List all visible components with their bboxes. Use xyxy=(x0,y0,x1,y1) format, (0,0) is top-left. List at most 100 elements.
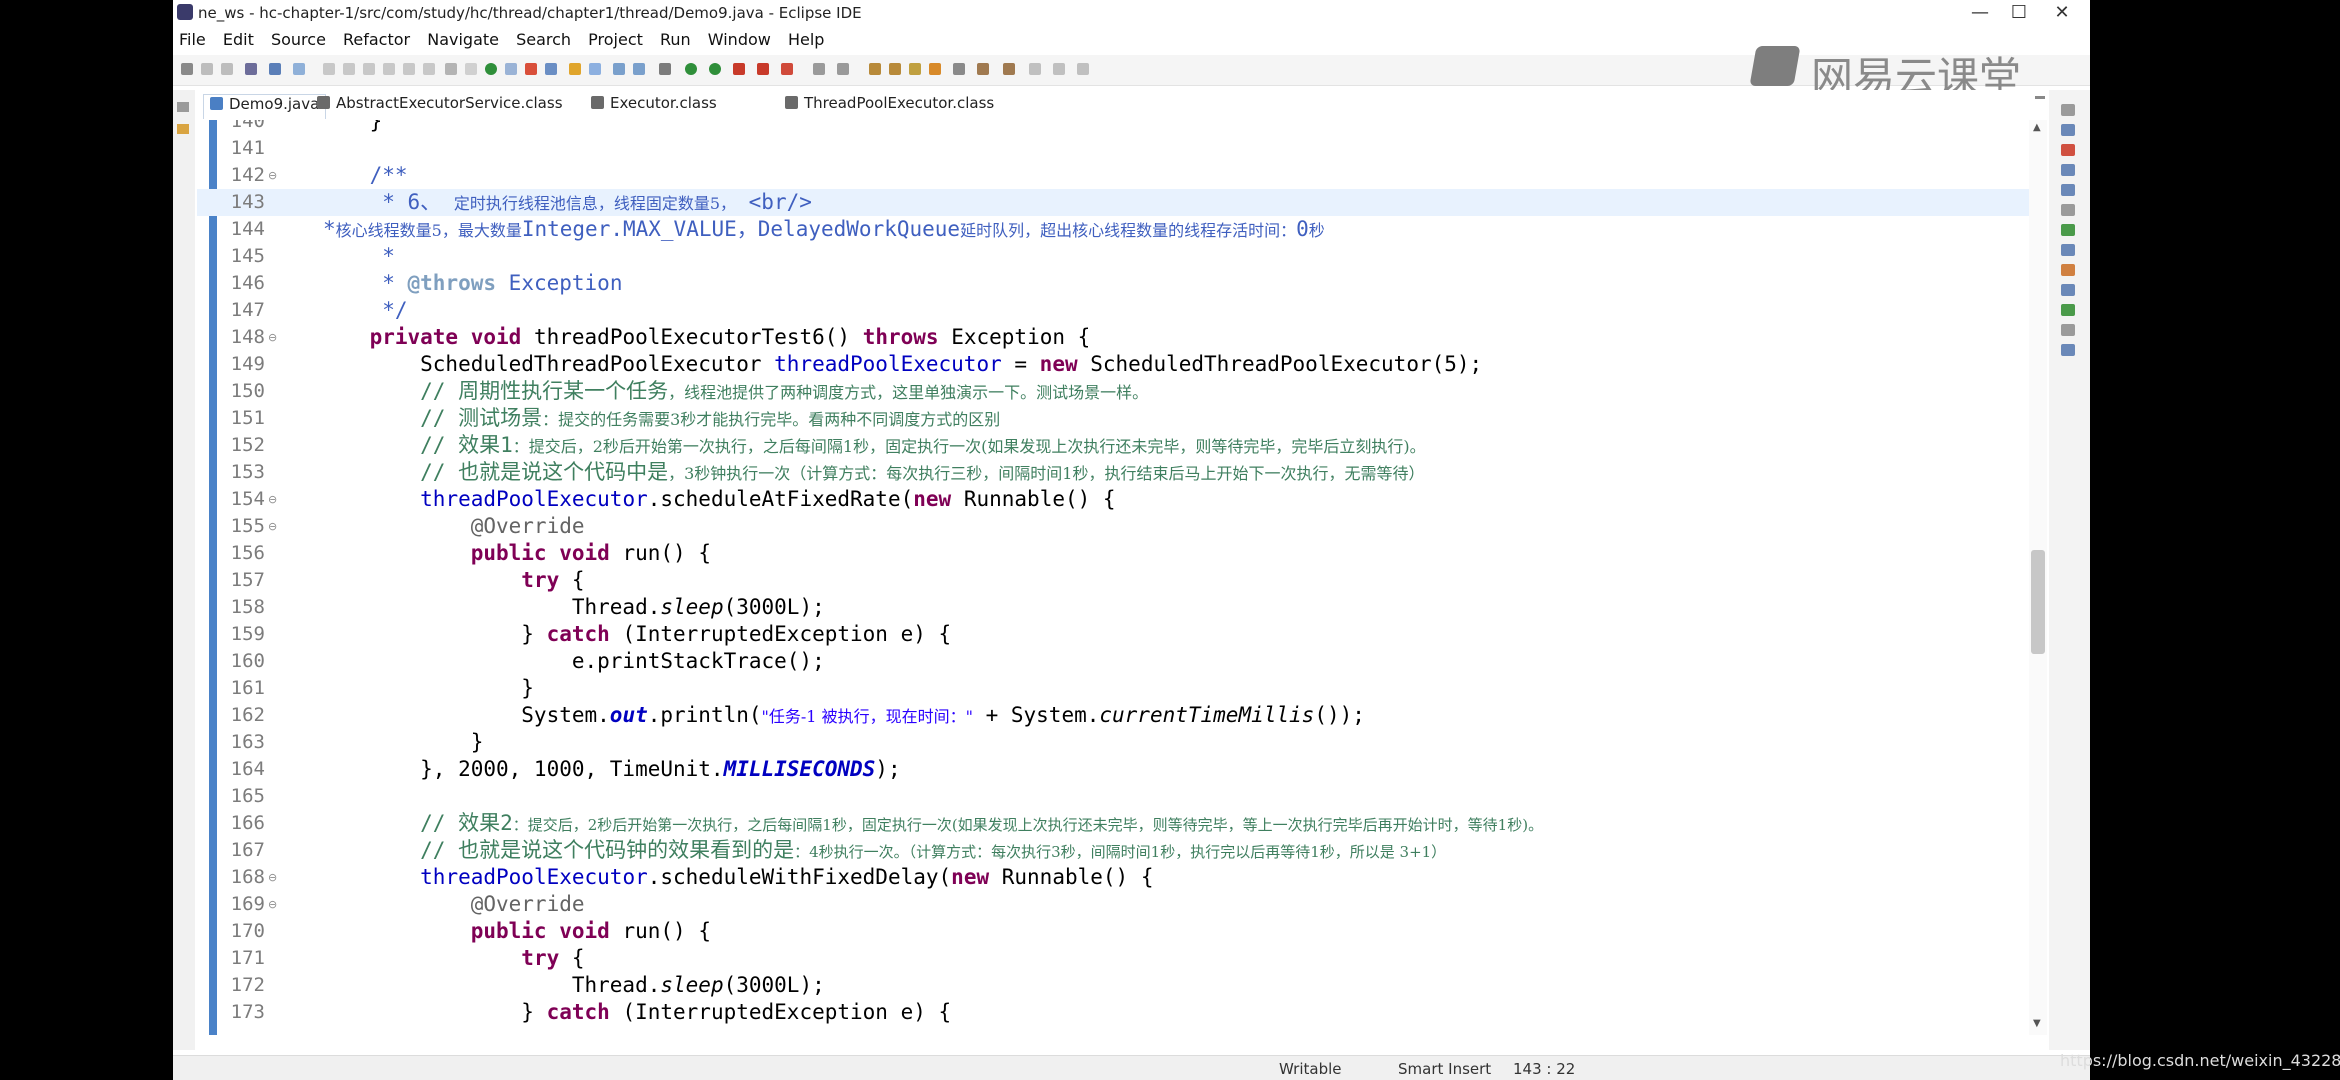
scroll-up-icon[interactable]: ▲ xyxy=(2033,122,2041,133)
save-all-icon[interactable] xyxy=(221,63,233,75)
fold-icon[interactable]: ⊖ xyxy=(268,162,278,189)
java-code-editor[interactable]: 140 } 141 142 ⊖ /** 143 * 6、 定时执行线程池信息，线程… xyxy=(197,120,2029,1035)
menu-help[interactable]: Help xyxy=(782,26,830,49)
line-number: 141 xyxy=(230,137,265,159)
tasks-icon[interactable] xyxy=(2061,344,2075,356)
menu-refactor[interactable]: Refactor xyxy=(337,26,416,49)
tab-abstractexecutorservice-class[interactable]: AbstractExecutorService.class xyxy=(317,94,563,118)
line-number: 165 xyxy=(230,785,265,807)
show-whitespace-icon[interactable] xyxy=(589,63,601,75)
run-icon[interactable] xyxy=(709,63,721,75)
debug-dropdown-icon[interactable] xyxy=(685,63,697,75)
restore-icon[interactable] xyxy=(177,102,189,112)
profile-icon[interactable] xyxy=(781,63,793,75)
menu-search[interactable]: Search xyxy=(510,26,577,49)
line-number: 169 xyxy=(230,893,265,915)
package-explorer-icon[interactable] xyxy=(177,124,189,134)
fold-icon[interactable]: ⊖ xyxy=(268,513,278,540)
prev-annotation-icon[interactable] xyxy=(633,63,645,75)
class-file-icon xyxy=(785,96,798,109)
restore-icon[interactable] xyxy=(2061,104,2075,116)
menu-navigate[interactable]: Navigate xyxy=(421,26,505,49)
fold-icon[interactable]: ⊖ xyxy=(268,486,278,513)
outline-icon[interactable] xyxy=(2061,124,2075,136)
suspend-icon[interactable] xyxy=(343,63,355,75)
external-tools-icon[interactable] xyxy=(733,63,745,75)
eclipse-window: ne_ws - hc-chapter-1/src/com/study/hc/th… xyxy=(173,0,2090,1080)
problems-icon[interactable] xyxy=(2061,144,2075,156)
tab-demo9-java[interactable]: Demo9.java xyxy=(203,94,327,119)
new-interface-icon[interactable] xyxy=(889,63,901,75)
new-icon[interactable] xyxy=(181,63,193,75)
class-file-icon xyxy=(317,96,330,109)
new-package-icon[interactable] xyxy=(837,63,849,75)
drop-to-frame-icon[interactable] xyxy=(465,63,477,75)
menu-file[interactable]: File xyxy=(173,26,212,49)
pin-icon[interactable] xyxy=(659,63,671,75)
line-number: 143 xyxy=(230,191,265,213)
save-icon[interactable] xyxy=(201,63,213,75)
menu-edit[interactable]: Edit xyxy=(217,26,260,49)
left-trim-bar xyxy=(173,90,195,1050)
step-return-icon[interactable] xyxy=(445,63,457,75)
tab-label: AbstractExecutorService.class xyxy=(336,94,563,112)
debug-view-icon[interactable] xyxy=(2061,264,2075,276)
scrollbar-thumb[interactable] xyxy=(2031,550,2045,654)
menu-window[interactable]: Window xyxy=(702,26,777,49)
terminate-icon[interactable] xyxy=(363,63,375,75)
new-enum-icon[interactable] xyxy=(909,63,921,75)
menu-source[interactable]: Source xyxy=(265,26,332,49)
navigate-forward-icon[interactable] xyxy=(1003,63,1015,75)
breakpoints-icon[interactable] xyxy=(2061,304,2075,316)
forward-icon[interactable] xyxy=(1077,63,1089,75)
console-icon[interactable] xyxy=(2061,204,2075,216)
new-annotation-icon[interactable] xyxy=(929,63,941,75)
open-task-icon[interactable] xyxy=(525,63,537,75)
disconnect-icon[interactable] xyxy=(383,63,395,75)
editor-vertical-scrollbar[interactable]: ▲ ▼ xyxy=(2029,120,2047,1035)
code-text: Thread.sleep(3000L); xyxy=(319,595,825,619)
navigate-back-icon[interactable] xyxy=(977,63,989,75)
code-line: 148 ⊖ private void threadPoolExecutorTest… xyxy=(197,324,2029,351)
new-class-icon[interactable] xyxy=(869,63,881,75)
step-over-icon[interactable] xyxy=(423,63,435,75)
back-icon[interactable] xyxy=(1053,63,1065,75)
declaration-icon[interactable] xyxy=(2061,184,2075,196)
minimize-editor-icon[interactable] xyxy=(2035,96,2045,99)
terminal-icon[interactable] xyxy=(269,63,281,75)
line-number: 151 xyxy=(230,407,265,429)
debug-icon[interactable] xyxy=(485,63,497,75)
expressions-icon[interactable] xyxy=(2061,324,2075,336)
step-into-icon[interactable] xyxy=(403,63,415,75)
fold-icon[interactable]: ⊖ xyxy=(268,864,278,891)
line-number: 142 xyxy=(230,164,265,186)
code-line: 141 xyxy=(197,135,2029,162)
last-edit-icon[interactable] xyxy=(1029,63,1041,75)
print-icon[interactable] xyxy=(245,63,257,75)
new-java-project-icon[interactable] xyxy=(813,63,825,75)
line-number: 156 xyxy=(230,542,265,564)
next-annotation-icon[interactable] xyxy=(613,63,625,75)
close-button[interactable]: ✕ xyxy=(2034,0,2090,26)
scroll-down-icon[interactable]: ▼ xyxy=(2033,1018,2041,1029)
menu-run[interactable]: Run xyxy=(654,26,697,49)
code-text: @Override xyxy=(470,514,585,538)
code-text: } xyxy=(319,676,534,700)
menu-project[interactable]: Project xyxy=(582,26,649,49)
resume-icon[interactable] xyxy=(323,63,335,75)
search-icon[interactable] xyxy=(545,63,557,75)
toggle-mark-icon[interactable] xyxy=(569,63,581,75)
javadoc-icon[interactable] xyxy=(2061,164,2075,176)
open-type-icon[interactable] xyxy=(505,63,517,75)
progress-icon[interactable] xyxy=(2061,224,2075,236)
line-number: 145 xyxy=(230,245,265,267)
skip-breakpoints-icon[interactable] xyxy=(293,63,305,75)
fold-icon[interactable]: ⊖ xyxy=(268,891,278,918)
coverage-icon[interactable] xyxy=(757,63,769,75)
tab-executor-class[interactable]: Executor.class xyxy=(591,94,717,118)
tab-threadpoolexecutor-class[interactable]: ThreadPoolExecutor.class xyxy=(785,94,994,118)
open-perspective-icon[interactable] xyxy=(953,63,965,75)
search-view-icon[interactable] xyxy=(2061,244,2075,256)
variables-icon[interactable] xyxy=(2061,284,2075,296)
fold-icon[interactable]: ⊖ xyxy=(268,324,278,351)
